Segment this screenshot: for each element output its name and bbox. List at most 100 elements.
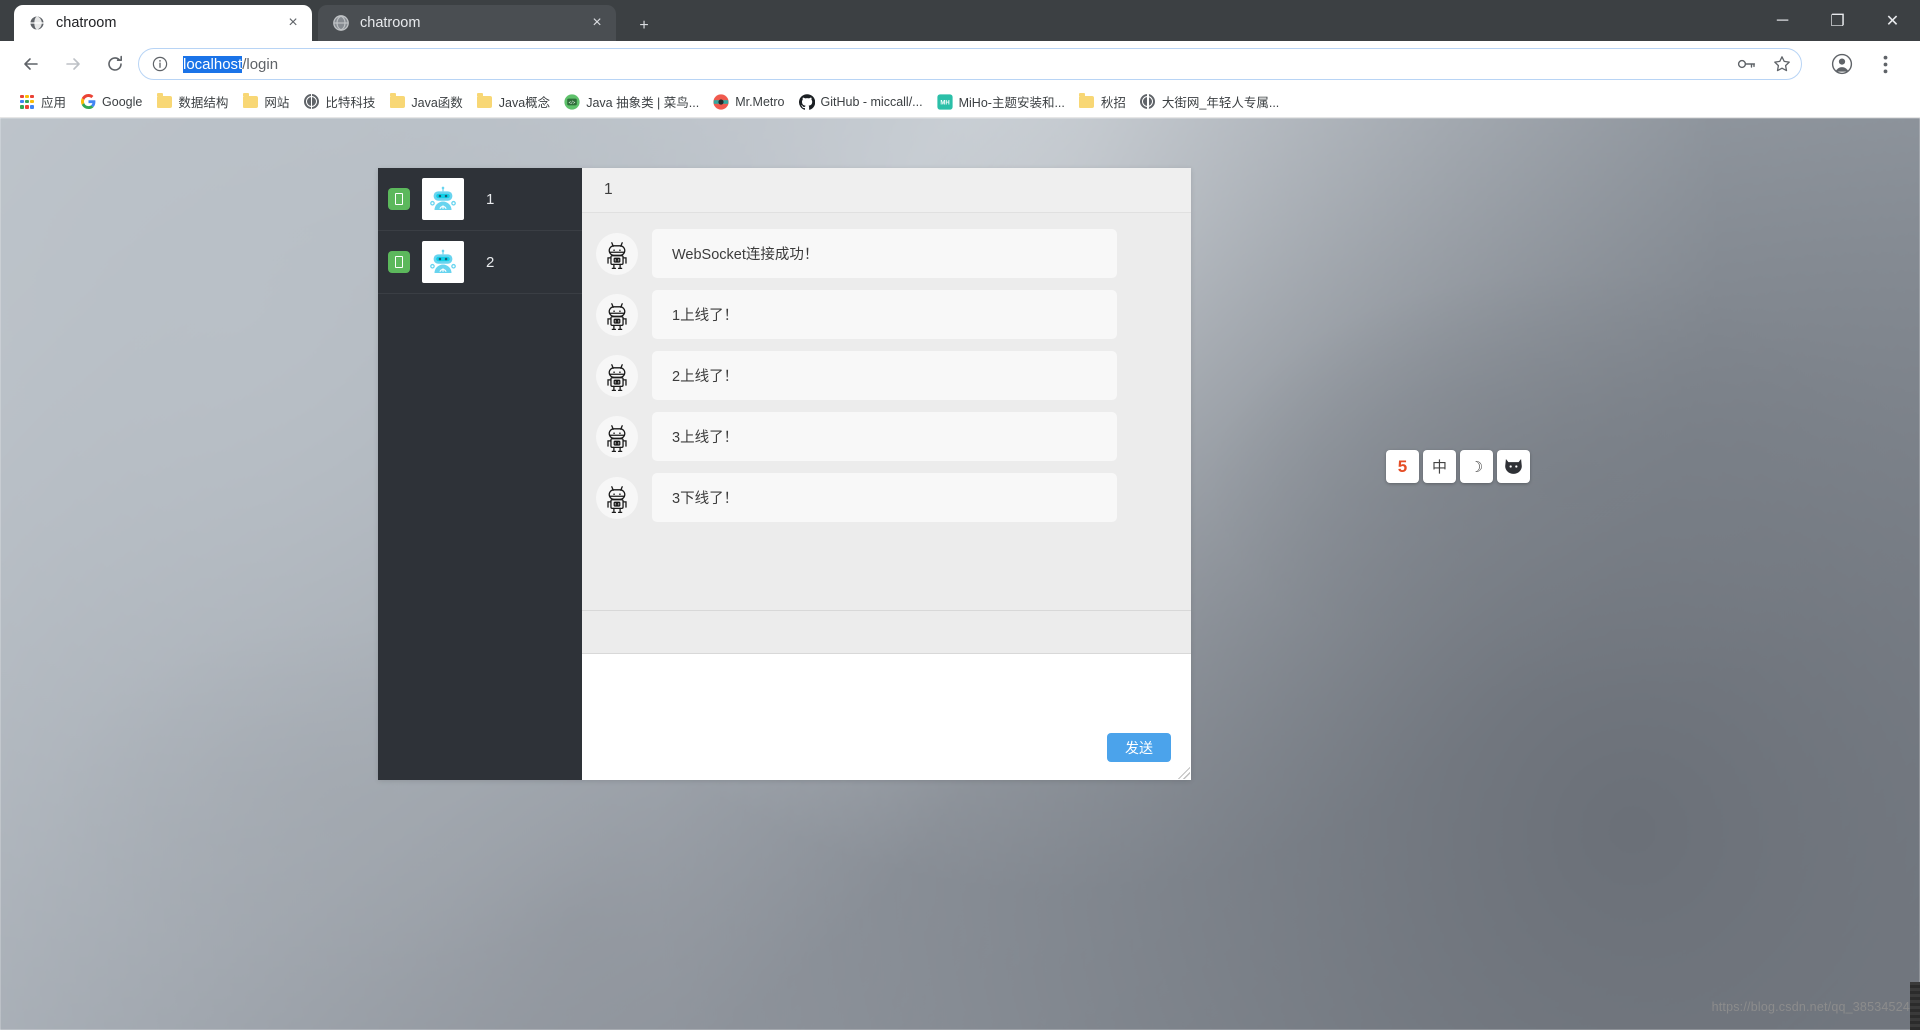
message-row: 2上线了！	[582, 345, 1191, 406]
user-list-sidebar: 1 2	[378, 168, 582, 780]
bookmark-label: 秋招	[1100, 96, 1126, 110]
html5-logo-icon[interactable]: 5	[1386, 450, 1419, 483]
svg-text:</>: </>	[569, 99, 576, 104]
moon-icon[interactable]: ☽	[1460, 450, 1493, 483]
bookmark-websites[interactable]: 网站	[235, 90, 296, 114]
bookmark-bitcoin-tech[interactable]: 比特科技	[296, 90, 382, 114]
page-viewport: 1 2 1 WebSocket连接成功！ 1上线了！ 2上线了！ 3上线了！ 3…	[0, 118, 1920, 1030]
user-name: 1	[486, 190, 495, 208]
robot-avatar-icon	[422, 178, 464, 220]
url-path: /login	[242, 55, 279, 73]
folder-icon	[156, 92, 172, 110]
robot-avatar-icon	[422, 241, 464, 283]
tab-chatroom-1[interactable]: chatroom ×	[14, 5, 312, 41]
address-bar[interactable]: localhost/login	[138, 48, 1802, 80]
globe-icon	[332, 15, 349, 32]
new-tab-button[interactable]: +	[630, 12, 658, 40]
runoob-icon: </>	[564, 93, 580, 110]
bookmarks-bar: 应用 Google 数据结构 网站 比特科技 Java函数 Java概念 </>…	[0, 86, 1920, 118]
watermark-text: https://blog.csdn.net/qq_38534524	[1711, 1000, 1910, 1014]
chat-header-title: 1	[582, 168, 1191, 213]
bookmark-java-concepts[interactable]: Java概念	[470, 90, 557, 114]
tab-chatroom-2[interactable]: chatroom ×	[318, 5, 616, 41]
three-dot-menu-icon[interactable]	[1868, 47, 1902, 81]
folder-icon	[1079, 92, 1095, 110]
floating-tool-bar: 5 中 ☽	[1386, 450, 1530, 483]
robot-avatar-icon	[596, 232, 638, 275]
message-row: 3上线了！	[582, 406, 1191, 467]
message-text: 3上线了！	[652, 412, 1117, 461]
compose-area: 发送	[582, 654, 1191, 780]
user-list-item[interactable]: 1	[378, 168, 582, 231]
bookmark-label: Mr.Metro	[735, 94, 785, 109]
tab-title: chatroom	[56, 15, 117, 31]
bookmark-label: 比特科技	[325, 96, 376, 110]
bookmark-mr-metro[interactable]: Mr.Metro	[706, 90, 791, 114]
close-icon[interactable]: ×	[280, 10, 306, 36]
robot-avatar-icon	[596, 354, 638, 397]
reload-icon[interactable]	[98, 47, 132, 81]
bookmark-apps[interactable]: 应用	[12, 90, 73, 114]
globe-icon	[303, 94, 319, 110]
message-list[interactable]: WebSocket连接成功！ 1上线了！ 2上线了！ 3上线了！ 3下线了！	[582, 213, 1191, 610]
maximize-icon[interactable]: ❐	[1810, 0, 1865, 41]
miho-icon: MH	[937, 93, 953, 110]
send-button[interactable]: 发送	[1107, 733, 1171, 762]
robot-avatar-icon	[596, 293, 638, 336]
chatroom-app: 1 2 1 WebSocket连接成功！ 1上线了！ 2上线了！ 3上线了！ 3…	[378, 168, 1191, 780]
message-row: WebSocket连接成功！	[582, 223, 1191, 284]
bookmark-dajie[interactable]: 大街网_年轻人专属...	[1133, 90, 1286, 114]
folder-icon	[477, 92, 493, 110]
star-icon[interactable]	[1773, 55, 1791, 73]
tab-strip: chatroom × chatroom × + ─ ❐ ✕	[0, 0, 1920, 41]
message-row: 1上线了！	[582, 284, 1191, 345]
resize-handle[interactable]	[1178, 767, 1190, 779]
minimize-icon[interactable]: ─	[1755, 0, 1810, 41]
omnibox-actions	[1737, 55, 1791, 73]
google-icon	[80, 94, 96, 110]
compose-divider	[582, 610, 1191, 654]
message-text: 3下线了！	[652, 473, 1117, 522]
bookmark-google[interactable]: Google	[73, 90, 149, 114]
bookmark-label: 数据结构	[178, 96, 229, 110]
close-window-icon[interactable]: ✕	[1865, 0, 1920, 41]
bookmark-java-functions[interactable]: Java函数	[382, 90, 469, 114]
url-text[interactable]: localhost/login	[183, 55, 279, 73]
folder-icon	[389, 92, 405, 110]
robot-avatar-icon	[596, 476, 638, 519]
profile-avatar-icon[interactable]	[1825, 47, 1859, 81]
user-name: 2	[486, 253, 495, 271]
back-icon[interactable]	[14, 47, 48, 81]
bookmark-label: Google	[102, 94, 143, 109]
fox-icon[interactable]	[1497, 450, 1530, 483]
user-list-item[interactable]: 2	[378, 231, 582, 294]
bookmark-label: 大街网_年轻人专属...	[1161, 96, 1280, 110]
bookmark-miho-theme[interactable]: MH MiHo-主题安装和...	[930, 90, 1072, 114]
globe-icon	[28, 15, 45, 32]
bookmark-autumn-recruitment[interactable]: 秋招	[1072, 90, 1133, 114]
metro-icon	[713, 93, 729, 110]
bookmark-java-abstract-class[interactable]: </> Java 抽象类 | 菜鸟...	[557, 90, 706, 114]
bookmark-label: Java概念	[498, 96, 551, 110]
taskbar-edge	[1910, 982, 1920, 1030]
close-icon[interactable]: ×	[584, 10, 610, 36]
robot-avatar-icon	[596, 415, 638, 458]
online-status-badge	[388, 188, 410, 210]
bookmark-github[interactable]: GitHub - miccall/...	[792, 90, 930, 114]
bookmark-data-structures[interactable]: 数据结构	[149, 90, 235, 114]
url-selected-host: localhost	[183, 55, 243, 73]
tab-title: chatroom	[360, 15, 421, 31]
message-input[interactable]	[582, 654, 1191, 780]
ime-chinese-icon[interactable]: 中	[1423, 450, 1456, 483]
key-icon[interactable]	[1737, 56, 1757, 72]
github-icon	[798, 93, 815, 110]
forward-icon[interactable]	[56, 47, 90, 81]
svg-text:MH: MH	[940, 100, 949, 106]
bookmark-label: 应用	[41, 96, 67, 110]
online-status-badge	[388, 251, 410, 273]
message-row: 3下线了！	[582, 467, 1191, 528]
message-text: 1上线了！	[652, 290, 1117, 339]
message-text: 2上线了！	[652, 351, 1117, 400]
info-circle-icon[interactable]	[151, 55, 169, 73]
apps-grid-icon	[19, 94, 35, 110]
